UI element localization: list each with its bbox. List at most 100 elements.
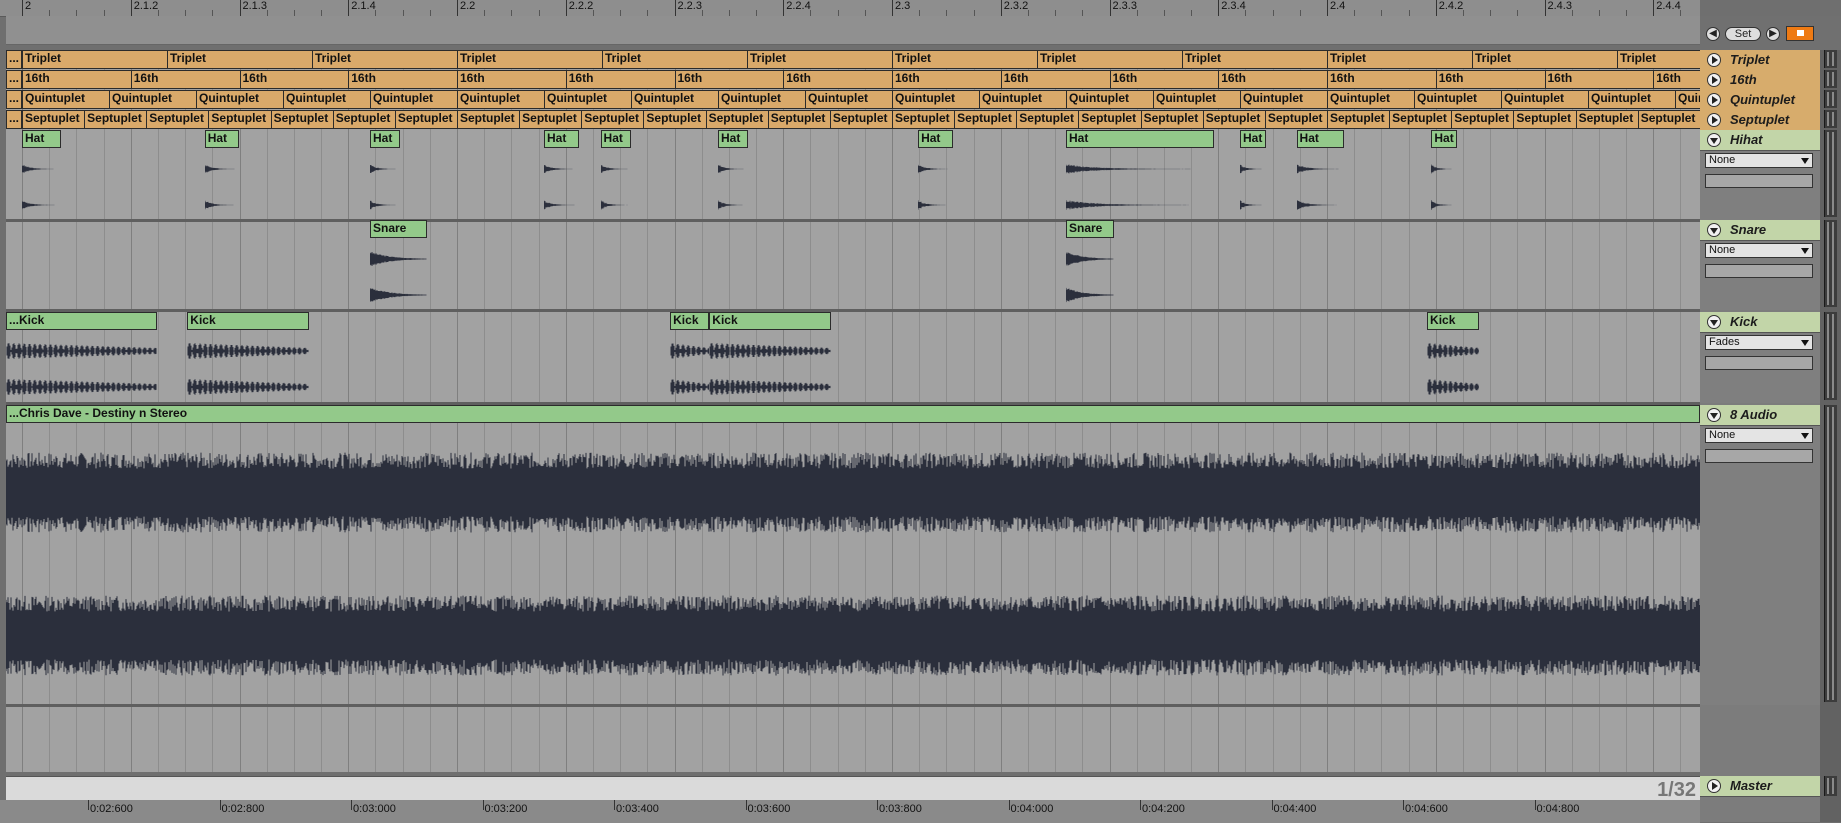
grid-clip[interactable]: Quintuplet [1153,90,1241,109]
grid-clip[interactable]: ... [6,50,22,69]
audio-clip[interactable]: Kick [670,312,710,330]
grid-clip[interactable]: Septuplet [84,110,148,129]
track-lane-snare[interactable]: Snare Snare [6,220,1700,310]
grid-clip[interactable]: 16th [130,70,241,89]
device-select[interactable]: None [1705,428,1813,443]
grid-clip[interactable]: Septuplet [954,110,1018,129]
grid-clip[interactable]: Septuplet [146,110,210,129]
fold-icon[interactable] [1707,133,1721,147]
grid-clip[interactable]: 16th [783,70,893,89]
grid-clip[interactable]: Septuplet [1016,110,1080,129]
grid-clip[interactable]: Quintuplet [1327,90,1415,109]
track-header-septuplet[interactable]: Septuplet [1700,110,1820,131]
audio-clip[interactable]: Hat [370,130,401,148]
arrangement-view[interactable]: ... Triplet Triplet Triplet Triplet Triplet Tr… [6,50,1700,772]
grid-clip[interactable]: Triplet [1037,50,1183,69]
fold-icon[interactable] [1707,408,1721,422]
grid-clip[interactable]: Septuplet [705,110,769,129]
grid-clip[interactable]: Quintuplet [283,90,371,109]
time-ruler[interactable]: 0:02:600 0:02:800 0:03:000 0:03:200 0:03:400… [0,800,1700,823]
grid-clip[interactable]: Quintuplet [718,90,806,109]
grid-clip[interactable]: Septuplet [332,110,396,129]
grid-clip[interactable]: 16th [1000,70,1111,89]
audio-clip[interactable]: Hat [718,130,749,148]
grid-clip[interactable]: 16th [1109,70,1220,89]
grid-clip[interactable]: Septuplet [1327,110,1391,129]
grid-clip[interactable]: Quintuplet [1588,90,1676,109]
play-icon[interactable] [1707,53,1721,67]
chevron-down-icon[interactable] [1801,433,1809,439]
grid-clip[interactable]: Triplet [1617,50,1700,69]
grid-clip[interactable]: 16th [239,70,350,89]
audio-clip[interactable]: Hat [544,130,579,148]
audio-clip[interactable]: Kick [187,312,310,330]
track-title-bar[interactable]: Hihat [1700,130,1820,151]
audio-clip[interactable]: Hat [1240,130,1267,148]
fold-icon[interactable] [1707,223,1721,237]
lock-icon[interactable] [1786,26,1814,41]
grid-clip[interactable]: Quintuplet [1066,90,1154,109]
grid-clip[interactable]: Triplet [22,50,168,69]
grid-clip[interactable]: Septuplet [1078,110,1142,129]
grid-clip[interactable]: Quintuplet [196,90,284,109]
device-select[interactable]: Fades [1705,335,1813,350]
play-icon[interactable] [1707,113,1721,127]
chain-select[interactable] [1705,174,1813,188]
audio-clip[interactable]: Kick [1427,312,1480,330]
track-title-bar[interactable]: Kick [1700,312,1820,333]
grid-clip[interactable]: Triplet [892,50,1038,69]
grid-clip[interactable]: Septuplet [829,110,893,129]
grid-clip[interactable]: Quintuplet [805,90,893,109]
grid-clip[interactable]: 16th [22,70,132,89]
grid-clip[interactable]: Triplet [602,50,748,69]
audio-clip[interactable]: Hat [1296,130,1345,148]
grid-clip[interactable]: Septuplet [1637,110,1700,129]
grid-clip[interactable]: 16th [674,70,785,89]
grid-clip[interactable]: Septuplet [1451,110,1515,129]
audio-clip[interactable]: Hat [1066,130,1214,148]
grid-clip[interactable]: Septuplet [1264,110,1328,129]
grid-clip[interactable]: Triplet [1472,50,1618,69]
audio-clip[interactable]: Snare [1066,220,1114,238]
prev-locator-button[interactable]: ◀ [1706,27,1720,41]
grid-clip[interactable]: 16th [565,70,676,89]
set-locator-button[interactable]: Set [1725,27,1761,41]
grid-clip[interactable]: Quintuplet [1675,90,1700,109]
audio-clip[interactable]: Hat [918,130,953,148]
grid-clip[interactable]: Septuplet [643,110,707,129]
track-header-master[interactable]: Master [1700,776,1820,797]
audio-clip[interactable]: Hat [204,130,240,148]
audio-clip[interactable]: Hat [1431,130,1458,148]
grid-clip[interactable]: Septuplet [270,110,334,129]
grid-clip[interactable]: ... [6,70,22,89]
grid-clip[interactable]: Septuplet [1575,110,1639,129]
play-icon[interactable] [1707,73,1721,87]
audio-clip[interactable]: Snare [370,220,427,238]
grid-clip[interactable]: Septuplet [1389,110,1453,129]
grid-clip[interactable]: Septuplet [22,110,86,129]
grid-clip[interactable]: Triplet [167,50,313,69]
grid-clip[interactable]: Septuplet [1140,110,1204,129]
audio-clip[interactable]: ...Chris Dave - Destiny n Stereo [6,405,1700,423]
chevron-down-icon[interactable] [1801,158,1809,164]
grid-clip[interactable]: 16th [457,70,567,89]
grid-clip[interactable]: Quintuplet [370,90,458,109]
grid-clip[interactable]: Septuplet [581,110,645,129]
grid-clip[interactable]: Quintuplet [892,90,980,109]
grid-clip[interactable]: Septuplet [208,110,272,129]
fold-icon[interactable] [1707,315,1721,329]
chevron-down-icon[interactable] [1801,248,1809,254]
chain-select[interactable] [1705,449,1813,463]
grid-clip[interactable]: Quintuplet [631,90,719,109]
grid-clip[interactable]: Septuplet [1202,110,1266,129]
grid-clip[interactable]: 16th [1218,70,1328,89]
grid-clip[interactable]: Quintuplet [457,90,545,109]
play-icon[interactable] [1707,93,1721,107]
audio-clip[interactable]: Kick [709,312,832,330]
grid-clip[interactable]: Triplet [457,50,603,69]
grid-clip[interactable]: Septuplet [892,110,956,129]
scrub-area[interactable] [6,16,1700,45]
grid-clip[interactable]: Quintuplet [1240,90,1328,109]
grid-clip[interactable]: Triplet [747,50,893,69]
next-locator-button[interactable]: ▶ [1766,27,1780,41]
